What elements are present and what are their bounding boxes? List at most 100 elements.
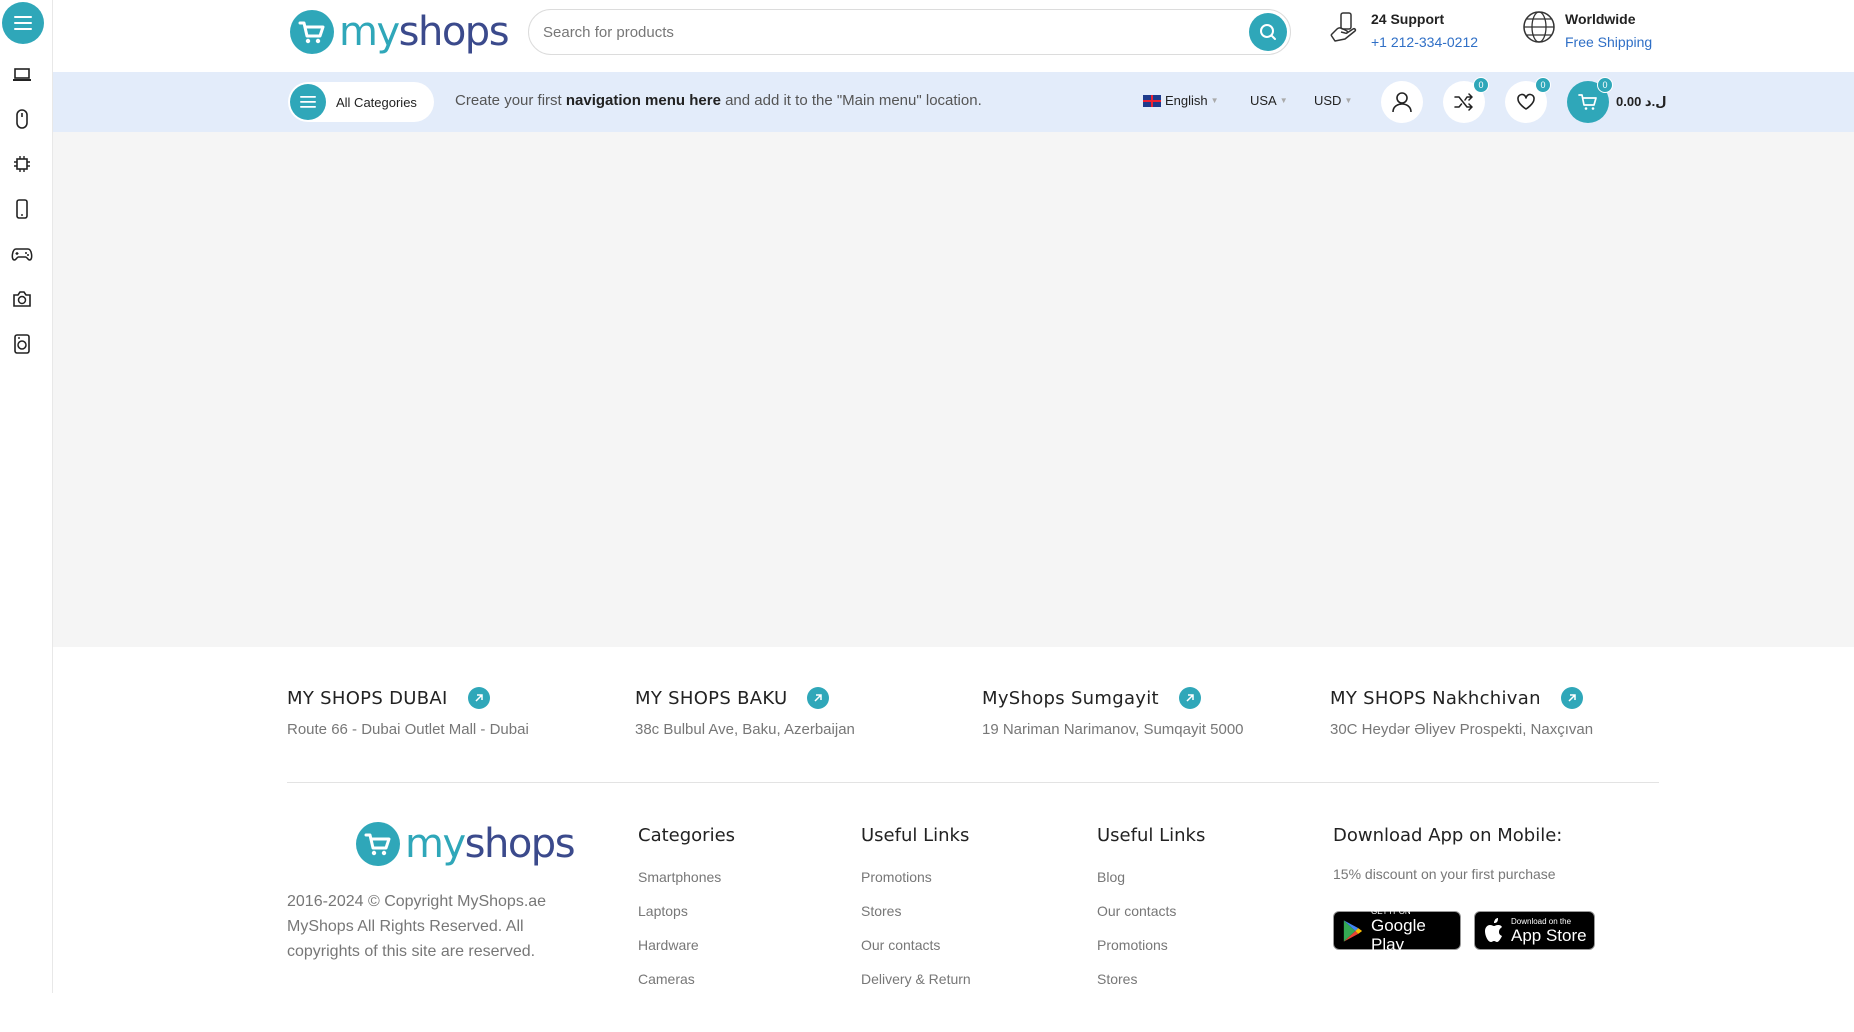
logo-cart-icon [356,822,400,866]
store-link-arrow-icon[interactable] [1560,687,1583,709]
compare-button[interactable]: 0 [1443,77,1489,123]
mouse-icon[interactable] [11,108,33,130]
footer-link[interactable]: Promotions [1097,928,1205,962]
country-value: USA [1250,93,1277,108]
footer-link[interactable]: Our contacts [861,928,971,962]
store-link-arrow-icon[interactable] [1178,687,1201,709]
google-play-small-text: GET IT ON [1370,907,1411,916]
footer-divider [287,782,1659,783]
footer-link[interactable]: Delivery & Return [861,962,971,996]
footer-link[interactable]: Cameras [638,962,735,996]
google-play-icon [1343,919,1363,942]
search-bar [528,9,1291,55]
cart-button[interactable]: 0 [1567,77,1613,123]
support-phone-link[interactable]: +1 212-334-0212 [1371,29,1478,55]
globe-icon [1523,11,1555,43]
footer-categories-column: Categories Smartphones Laptops Hardware … [638,825,735,996]
washing-machine-icon[interactable] [11,333,33,355]
store-address: Route 66 - Dubai Outlet Mall - Dubai [287,721,529,738]
language-selector[interactable]: English ▼ [1143,93,1219,108]
gamepad-icon[interactable] [11,243,33,265]
store-link-arrow-icon[interactable] [807,687,830,709]
hamburger-icon [14,16,32,30]
column-title: Categories [638,825,736,846]
store-dubai: MY SHOPS DUBAI Route 66 - Dubai Outlet M… [287,687,529,738]
store-name: MY SHOPS DUBAI [287,687,448,709]
support-block[interactable]: 24 Support +1 212-334-0212 [1327,9,1478,55]
page-bottom-blank [0,993,1854,1032]
logo-text-my: my [339,9,400,55]
column-title: Download App on Mobile: [1333,825,1563,846]
chevron-down-icon: ▼ [1210,96,1219,105]
app-discount-text: 15% discount on your first purchase [1333,866,1556,882]
footer-link[interactable]: Our contacts [1097,894,1205,928]
footer-link[interactable]: Stores [1097,962,1205,996]
column-title: Useful Links [1097,825,1206,846]
free-shipping-link[interactable]: Free Shipping [1565,29,1652,55]
app-store-badge[interactable]: Download on the App Store [1474,911,1595,950]
wishlist-count-badge: 0 [1535,77,1551,93]
header-top: myshops 24 Support +1 212-334-0212 World… [53,0,1854,72]
user-icon [1392,92,1412,113]
chevron-down-icon: ▼ [1344,96,1353,105]
app-store-small-text: Download on the [1511,916,1572,926]
categories-hamburger [290,84,326,120]
wishlist-button[interactable]: 0 [1505,77,1551,123]
cart-total[interactable]: ل.د 0.00 [1616,94,1667,110]
footer-link[interactable]: Blog [1097,860,1205,894]
footer-link[interactable]: Laptops [638,894,735,928]
search-input[interactable] [543,10,1193,54]
store-name: MY SHOPS Nakhchivan [1330,687,1541,709]
nav-menu-setup-link[interactable]: navigation menu here [566,92,721,109]
shuffle-compare-icon [1454,93,1473,111]
main-content-area [53,132,1854,647]
store-sumgayit: MyShops Sumgayit 19 Nariman Narimanov, S… [982,687,1244,738]
shipping-block[interactable]: Worldwide Free Shipping [1521,9,1652,55]
footer-link[interactable]: Smartphones [638,860,735,894]
currency-selector[interactable]: USD ▼ [1314,93,1352,108]
column-title: Useful Links [861,825,970,846]
cart-count-badge: 0 [1597,77,1613,93]
footer-logo[interactable]: myshops [355,821,576,867]
google-play-text: Google Play [1370,916,1426,954]
country-selector[interactable]: USA ▼ [1250,93,1288,108]
store-baku: MY SHOPS BAKU 38c Bulbul Ave, Baku, Azer… [635,687,855,738]
account-button[interactable] [1381,81,1423,123]
footer-app-column: Download App on Mobile: 15% discount on … [1333,825,1562,882]
shipping-title: Worldwide [1565,11,1636,27]
store-name: MyShops Sumgayit [982,687,1159,709]
app-store-text: App Store [1511,925,1587,945]
search-button[interactable] [1249,13,1287,51]
nav-msg-prefix: Create your first [455,92,566,109]
footer-link[interactable]: Promotions [861,860,971,894]
logo-text-shops: shops [464,821,576,867]
nav-placeholder-message: Create your first navigation menu here a… [455,92,982,109]
language-value: English [1165,93,1208,108]
store-link-arrow-icon[interactable] [467,687,490,709]
chevron-down-icon: ▼ [1279,96,1288,105]
all-categories-label: All Categories [336,94,417,110]
footer-useful-links-column-2: Useful Links Blog Our contacts Promotion… [1097,825,1205,996]
logo-text-my: my [405,821,466,867]
logo-text: myshops [339,9,510,55]
store-address: 38c Bulbul Ave, Baku, Azerbaijan [635,721,855,738]
site-footer: MY SHOPS DUBAI Route 66 - Dubai Outlet M… [53,647,1854,993]
currency-value: USD [1314,93,1342,108]
site-logo[interactable]: myshops [289,9,510,55]
main-navigation-bar: All Categories Create your first navigat… [53,72,1854,132]
all-categories-button[interactable]: All Categories [288,82,434,122]
sidebar-menu-button[interactable] [2,2,44,44]
footer-link[interactable]: Stores [861,894,971,928]
google-play-badge[interactable]: GET IT ON Google Play [1333,907,1461,954]
support-hand-phone-icon [1330,12,1357,42]
chip-icon[interactable] [11,153,33,175]
uk-flag-icon [1143,94,1161,107]
compare-count-badge: 0 [1473,77,1489,93]
camera-icon[interactable] [11,288,33,310]
smartphone-icon[interactable] [11,198,33,220]
hamburger-icon [300,96,316,108]
store-nakhchivan: MY SHOPS Nakhchivan 30C Heydər Əliyev Pr… [1330,687,1593,738]
footer-link[interactable]: Hardware [638,928,735,962]
copyright-text: 2016-2024 © Copyright MyShops.ae MyShops… [287,893,547,960]
laptop-icon[interactable] [11,64,33,86]
